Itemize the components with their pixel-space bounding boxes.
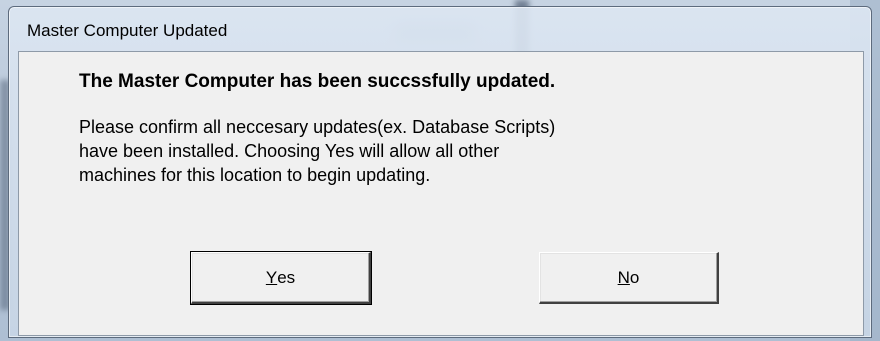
no-button-label-rest: o <box>629 267 640 287</box>
dialog-client-area: The Master Computer has been succssfully… <box>18 51 864 336</box>
dialog-heading: The Master Computer has been succssfully… <box>79 71 556 92</box>
no-button[interactable]: No <box>539 252 719 304</box>
message-line: Please confirm all neccesary updates(ex.… <box>79 117 556 137</box>
message-line: have been installed. Choosing Yes will a… <box>79 141 500 161</box>
window-title: Master Computer Updated <box>27 21 228 40</box>
title-bar[interactable]: Master Computer Updated <box>9 7 871 49</box>
no-button-accelerator: N <box>617 267 630 287</box>
yes-button-accelerator: Y <box>265 267 278 287</box>
message-line: machines for this location to begin upda… <box>79 165 431 185</box>
yes-button-label-rest: es <box>277 267 296 287</box>
message-dialog-window: Master Computer Updated The Master Compu… <box>8 6 872 338</box>
dialog-message: Please confirm all neccesary updates(ex.… <box>79 115 799 187</box>
yes-button[interactable]: Yes <box>190 251 372 305</box>
